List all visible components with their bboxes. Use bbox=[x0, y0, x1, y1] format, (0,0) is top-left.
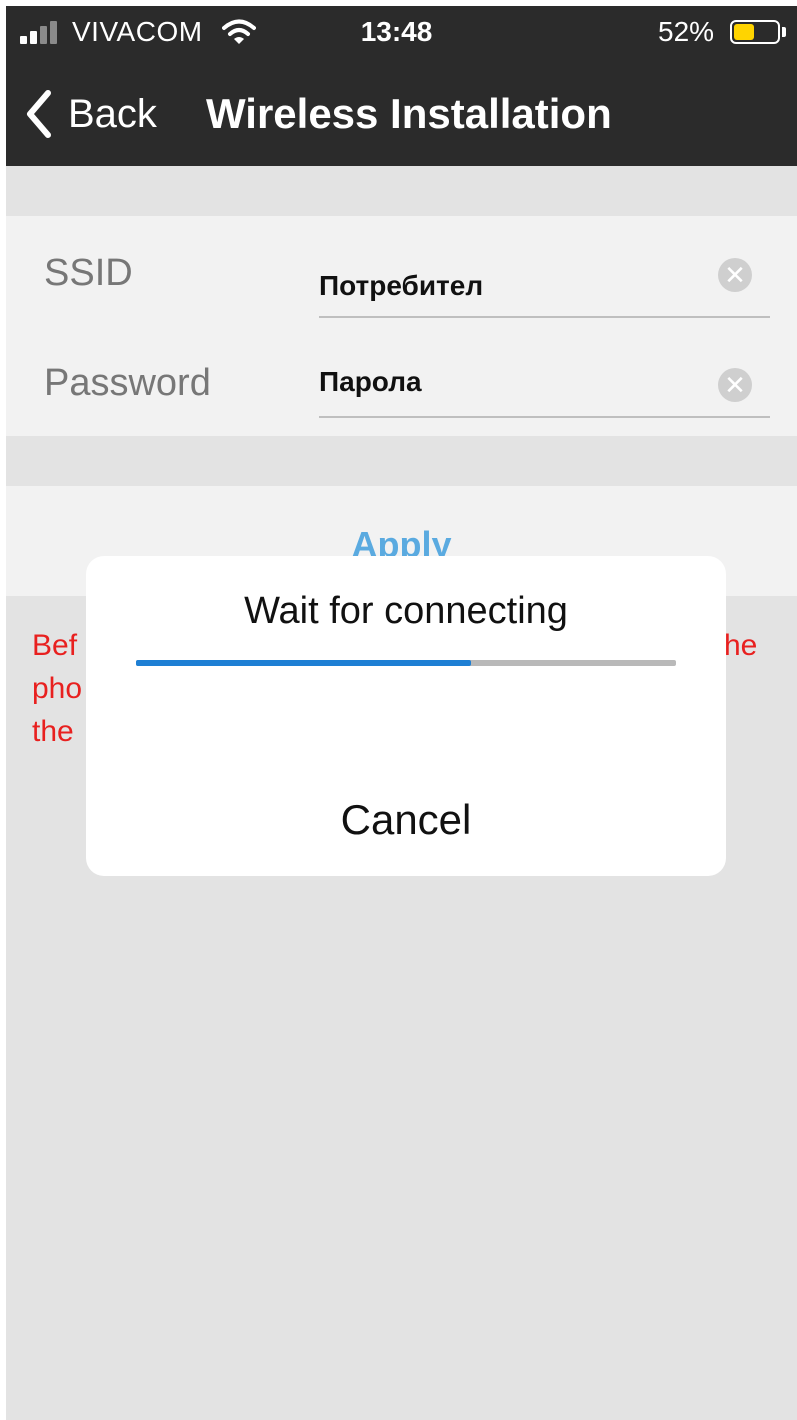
cancel-button[interactable]: Cancel bbox=[86, 796, 726, 844]
connection-progress-bar bbox=[136, 660, 676, 666]
app-screen: VIVACOM 13:48 52% Back Wireless Installa… bbox=[6, 6, 797, 1420]
connecting-dialog: Wait for connecting Cancel bbox=[86, 556, 726, 876]
dialog-title: Wait for connecting bbox=[244, 590, 568, 632]
progress-fill bbox=[136, 660, 471, 666]
